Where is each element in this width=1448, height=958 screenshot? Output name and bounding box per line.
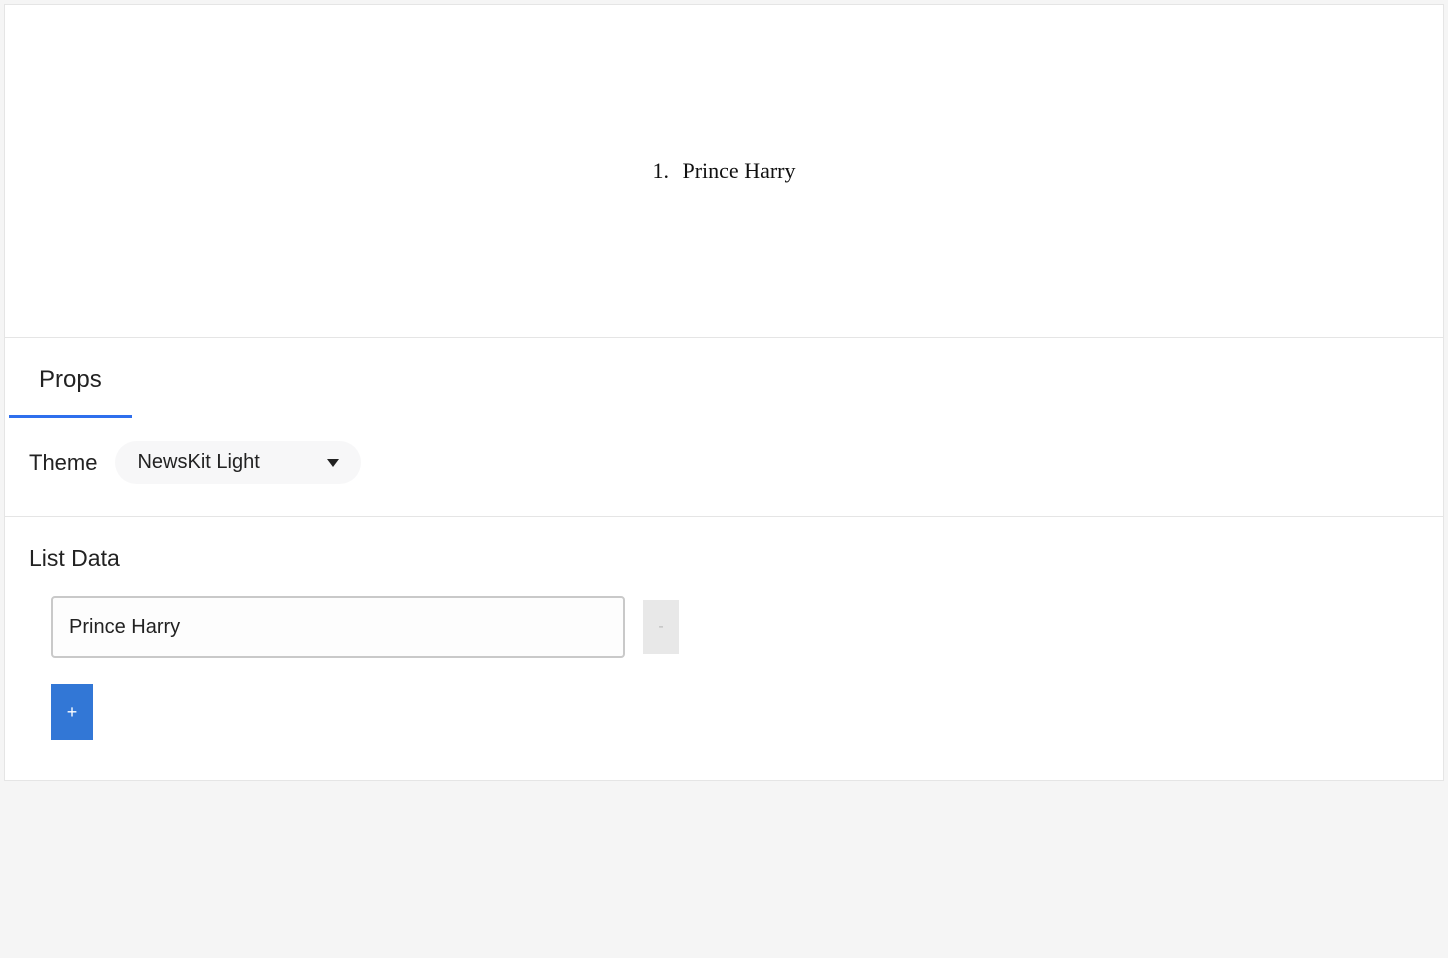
plus-icon: + (67, 702, 78, 723)
list-data-panel: List Data - + (4, 517, 1444, 781)
chevron-down-icon (327, 459, 339, 467)
add-item-button[interactable]: + (51, 684, 93, 740)
theme-row: Theme NewsKit Light (5, 417, 1443, 516)
theme-select-value: NewsKit Light (137, 451, 259, 474)
preview-panel: 1. Prince Harry (4, 4, 1444, 338)
list-data-input[interactable] (51, 596, 625, 658)
tab-props[interactable]: Props (9, 338, 132, 416)
list-data-row: - (51, 596, 1419, 658)
theme-label: Theme (29, 450, 97, 476)
theme-select[interactable]: NewsKit Light (115, 441, 361, 484)
tabs-panel: Props Theme NewsKit Light (4, 338, 1444, 517)
tabs-row: Props (5, 338, 1443, 417)
tab-props-label: Props (39, 366, 102, 393)
remove-item-button[interactable]: - (643, 600, 679, 654)
preview-list-item: 1. Prince Harry (652, 158, 795, 184)
minus-icon: - (658, 619, 663, 635)
list-marker: 1. (652, 158, 669, 183)
list-text: Prince Harry (682, 158, 795, 183)
list-data-title: List Data (29, 545, 1419, 572)
